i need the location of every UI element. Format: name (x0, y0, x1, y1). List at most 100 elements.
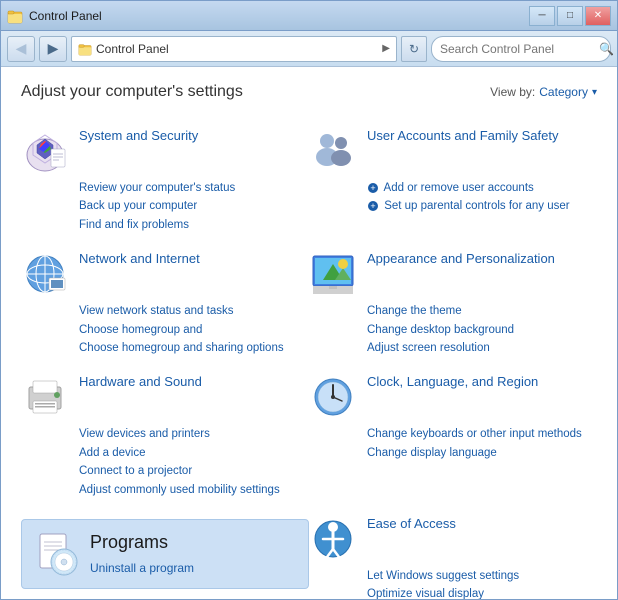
parental-controls-link[interactable]: + Set up parental controls for any user (367, 197, 597, 215)
ease-icon (309, 515, 357, 563)
connect-projector-link[interactable]: Connect to a projector (79, 462, 309, 480)
address-bar-icon (78, 42, 92, 56)
search-bar[interactable]: 🔍 (431, 36, 611, 62)
windows-suggest-link[interactable]: Let Windows suggest settings (367, 567, 597, 585)
hardware-links: View devices and printers Add a device C… (79, 425, 309, 499)
window-icon (7, 8, 23, 24)
toolbar: ◀ ▶ Control Panel ▶ ↻ 🔍 (1, 31, 617, 67)
parental-controls-icon: + (367, 200, 379, 212)
user-accounts-icon (309, 127, 357, 175)
programs-outer: Programs Uninstall a program (21, 507, 309, 599)
view-by-value[interactable]: Category (539, 85, 588, 99)
ease-info: Ease of Access (367, 515, 597, 533)
system-security-links: Review your computer's status Back up yo… (79, 179, 309, 234)
mobility-settings-link[interactable]: Adjust commonly used mobility settings (79, 481, 309, 499)
visual-display-link[interactable]: Optimize visual display (367, 585, 597, 599)
back-up-link[interactable]: Back up your computer (79, 197, 309, 215)
title-buttons: ─ □ ✕ (529, 6, 611, 26)
clock-icon (309, 373, 357, 421)
ease-header: Ease of Access (309, 515, 597, 563)
user-accounts-info: User Accounts and Family Safety (367, 127, 597, 145)
page-header: Adjust your computer's settings View by:… (21, 83, 597, 101)
network-status-link[interactable]: View network status and tasks (79, 302, 309, 320)
appearance-links: Change the theme Change desktop backgrou… (367, 302, 597, 357)
add-device-link[interactable]: Add a device (79, 444, 309, 462)
title-bar: Control Panel ─ □ ✕ (1, 1, 617, 31)
appearance-info: Appearance and Personalization (367, 250, 597, 268)
homegroup-link[interactable]: Choose homegroup and (79, 321, 309, 339)
display-language-link[interactable]: Change display language (367, 444, 597, 462)
user-accounts-links: + Add or remove user accounts + Set up p… (367, 179, 597, 216)
ease-outer: Ease of Access Let Windows suggest setti… (309, 507, 597, 599)
address-dropdown-arrow[interactable]: ▶ (382, 43, 390, 54)
main-window: Control Panel ─ □ ✕ ◀ ▶ Control Panel ▶ … (0, 0, 618, 600)
window-title: Control Panel (29, 9, 102, 23)
hardware-icon (21, 373, 69, 421)
hardware-header: Hardware and Sound (21, 373, 309, 421)
change-theme-link[interactable]: Change the theme (367, 302, 597, 320)
programs-title[interactable]: Programs (90, 532, 168, 552)
programs-section: Programs Uninstall a program (21, 519, 309, 589)
add-remove-users-link[interactable]: + Add or remove user accounts (367, 179, 597, 197)
system-security-icon (21, 127, 69, 175)
refresh-icon: ↻ (409, 42, 419, 56)
refresh-button[interactable]: ↻ (401, 36, 427, 62)
address-bar[interactable]: Control Panel ▶ (71, 36, 397, 62)
forward-icon: ▶ (48, 40, 59, 57)
uninstall-program-link[interactable]: Uninstall a program (90, 559, 194, 578)
appearance-section: Appearance and Personalization Change th… (309, 242, 597, 365)
back-icon: ◀ (16, 40, 27, 57)
network-links: View network status and tasks Choose hom… (79, 302, 309, 357)
hardware-title[interactable]: Hardware and Sound (79, 374, 202, 389)
system-security-header: System and Security (21, 127, 309, 175)
user-accounts-header: User Accounts and Family Safety (309, 127, 597, 175)
sharing-options-link[interactable]: Choose homegroup and sharing options (79, 339, 309, 357)
desktop-background-link[interactable]: Change desktop background (367, 321, 597, 339)
clock-info: Clock, Language, and Region (367, 373, 597, 391)
minimize-button[interactable]: ─ (529, 6, 555, 26)
system-security-info: System and Security (79, 127, 309, 145)
ease-title[interactable]: Ease of Access (367, 516, 456, 531)
forward-button[interactable]: ▶ (39, 36, 67, 62)
address-text: Control Panel (96, 42, 378, 56)
svg-text:+: + (370, 201, 375, 211)
user-accounts-section: User Accounts and Family Safety + Add or… (309, 119, 597, 242)
devices-printers-link[interactable]: View devices and printers (79, 425, 309, 443)
appearance-header: Appearance and Personalization (309, 250, 597, 298)
back-button[interactable]: ◀ (7, 36, 35, 62)
svg-text:+: + (370, 183, 375, 193)
view-by: View by: Category ▾ (490, 85, 597, 99)
find-fix-link[interactable]: Find and fix problems (79, 216, 309, 234)
clock-title[interactable]: Clock, Language, and Region (367, 374, 538, 389)
add-users-icon: + (367, 182, 379, 194)
network-icon (21, 250, 69, 298)
hardware-section: Hardware and Sound View devices and prin… (21, 365, 309, 507)
network-title[interactable]: Network and Internet (79, 251, 200, 266)
user-accounts-title[interactable]: User Accounts and Family Safety (367, 128, 558, 143)
programs-icon (32, 530, 80, 578)
screen-resolution-link[interactable]: Adjust screen resolution (367, 339, 597, 357)
network-info: Network and Internet (79, 250, 309, 268)
view-by-arrow[interactable]: ▾ (592, 87, 597, 98)
keyboard-input-link[interactable]: Change keyboards or other input methods (367, 425, 597, 443)
programs-info: Programs Uninstall a program (90, 530, 194, 578)
ease-links: Let Windows suggest settings Optimize vi… (367, 567, 597, 599)
appearance-title[interactable]: Appearance and Personalization (367, 251, 555, 266)
network-header: Network and Internet (21, 250, 309, 298)
clock-header: Clock, Language, and Region (309, 373, 597, 421)
clock-links: Change keyboards or other input methods … (367, 425, 597, 462)
clock-section: Clock, Language, and Region Change keybo… (309, 365, 597, 507)
categories-grid: System and Security Review your computer… (21, 119, 597, 599)
review-status-link[interactable]: Review your computer's status (79, 179, 309, 197)
close-button[interactable]: ✕ (585, 6, 611, 26)
system-security-title[interactable]: System and Security (79, 128, 198, 143)
maximize-button[interactable]: □ (557, 6, 583, 26)
search-icon: 🔍 (599, 42, 614, 56)
network-section: Network and Internet View network status… (21, 242, 309, 365)
hardware-info: Hardware and Sound (79, 373, 309, 391)
title-bar-left: Control Panel (7, 8, 102, 24)
system-security-section: System and Security Review your computer… (21, 119, 309, 242)
search-input[interactable] (440, 42, 595, 56)
view-by-label: View by: (490, 85, 535, 99)
page-title: Adjust your computer's settings (21, 83, 243, 101)
